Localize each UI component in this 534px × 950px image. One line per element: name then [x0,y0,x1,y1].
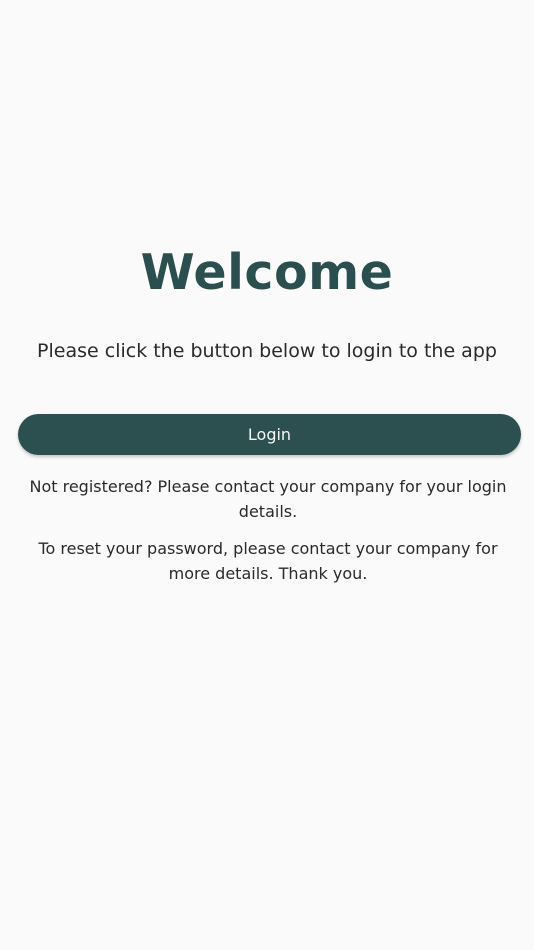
login-screen: Welcome Please click the button below to… [0,0,534,950]
not-registered-info: Not registered? Please contact your comp… [29,477,507,521]
login-instruction-text: Please click the button below to login t… [37,340,497,362]
reset-password-info: To reset your password, please contact y… [38,539,498,583]
login-button[interactable]: Login [18,414,521,455]
welcome-title: Welcome [140,244,394,301]
